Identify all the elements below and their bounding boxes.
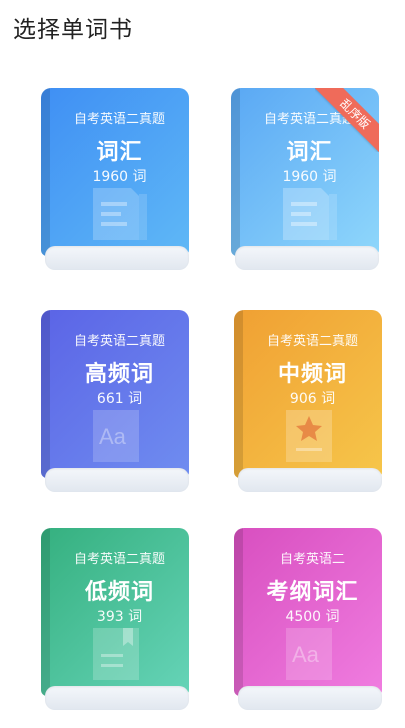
book-cover: 自考英语二真题 低频词 393 词 — [41, 528, 189, 696]
shuffled-badge: 乱序版 — [315, 88, 379, 152]
book-subtitle: 自考英语二真题 — [266, 334, 358, 349]
book-card-medium-frequency[interactable]: 自考英语二真题 中频词 906 词 — [234, 310, 382, 494]
book-subtitle: 自考英语二真题 — [73, 334, 165, 349]
word-count: 393 词 — [96, 609, 143, 625]
book-name: 词汇 — [96, 140, 143, 165]
book-cover: 自考英语二真题 中频词 906 词 — [234, 310, 382, 478]
book-spine — [41, 528, 50, 696]
book-spine — [234, 528, 243, 696]
word-count: 1960 词 — [92, 169, 147, 185]
book-name: 考纲词汇 — [266, 580, 359, 605]
star-icon — [286, 410, 332, 462]
shuffled-badge-label: 乱序版 — [315, 88, 379, 152]
word-count: 1960 词 — [282, 169, 337, 185]
aa-icon: Aa — [286, 628, 332, 680]
svg-text:Aa: Aa — [99, 424, 127, 449]
word-count: 906 词 — [289, 391, 336, 407]
book-card-low-frequency[interactable]: 自考英语二真题 低频词 393 词 — [41, 528, 189, 712]
book-cover: 自考英语二真题 高频词 661 词 Aa — [41, 310, 189, 478]
page-title: 选择单词书 — [13, 17, 133, 43]
word-count: 661 词 — [96, 391, 143, 407]
book-cover: 自考英语二真题 词汇 1960 词 乱序版 — [231, 88, 379, 256]
book-subtitle: 自考英语二真题 — [73, 552, 165, 567]
book-name: 中频词 — [277, 362, 347, 387]
book-pages — [238, 686, 382, 710]
book-card-syllabus-vocabulary[interactable]: 自考英语二 考纲词汇 4500 词 Aa — [234, 528, 382, 712]
book-spine — [41, 88, 50, 256]
book-cover: 自考英语二 考纲词汇 4500 词 Aa — [234, 528, 382, 696]
book-pages — [45, 246, 189, 270]
svg-text:Aa: Aa — [292, 642, 320, 667]
book-card-vocabulary[interactable]: 自考英语二真题 词汇 1960 词 — [41, 88, 189, 272]
word-count: 4500 词 — [285, 609, 340, 625]
book-spine — [234, 310, 243, 478]
book-subtitle: 自考英语二 — [279, 552, 345, 567]
book-subtitle: 自考英语二真题 — [73, 112, 165, 127]
book-pages — [238, 468, 382, 492]
book-card-high-frequency[interactable]: 自考英语二真题 高频词 661 词 Aa — [41, 310, 189, 494]
book-spine — [231, 88, 240, 256]
book-spine — [41, 310, 50, 478]
book-card-vocabulary-shuffled[interactable]: 自考英语二真题 词汇 1960 词 乱序版 — [231, 88, 379, 272]
document-icon — [283, 188, 337, 240]
book-cover: 自考英语二真题 词汇 1960 词 — [41, 88, 189, 256]
document-icon — [93, 188, 147, 240]
book-pages — [45, 686, 189, 710]
book-pages — [45, 468, 189, 492]
book-pages — [235, 246, 379, 270]
book-name: 高频词 — [84, 362, 154, 387]
book-name: 低频词 — [84, 580, 154, 605]
bookmark-icon — [93, 628, 139, 680]
aa-icon: Aa — [93, 410, 139, 462]
